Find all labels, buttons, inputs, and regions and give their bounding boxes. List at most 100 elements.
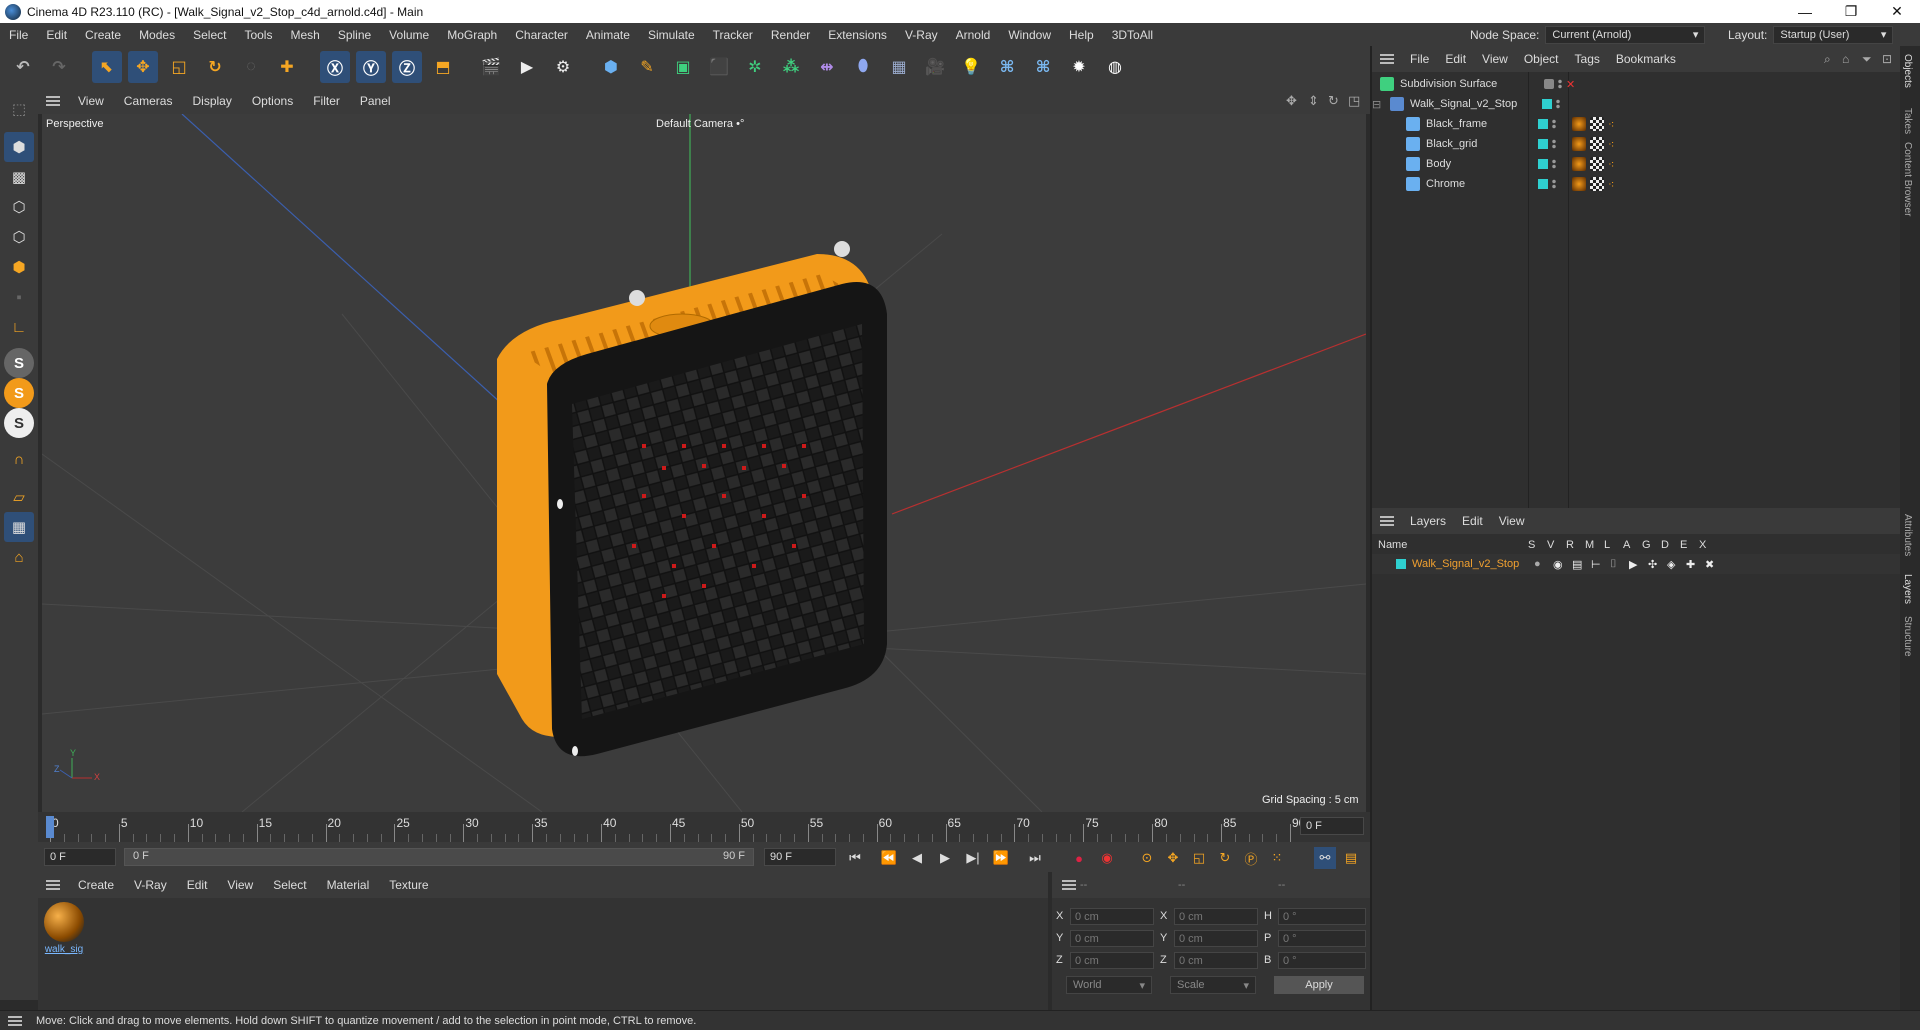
apply-button[interactable]: Apply xyxy=(1274,976,1364,994)
lock-icon[interactable]: ⌷ xyxy=(1610,558,1629,571)
side-tab-structure[interactable]: Structure xyxy=(1902,616,1913,657)
pla-key-icon[interactable]: ⁙ xyxy=(1266,847,1288,869)
rotate-tool-icon[interactable]: ↻ xyxy=(200,51,230,83)
make-editable-icon[interactable]: ⬚ xyxy=(4,94,34,124)
scale-tool-icon[interactable]: ◱ xyxy=(164,51,194,83)
timeline-ruler[interactable]: 0 5 10 15 20 25 30 35 40 45 50 55 60 65 70 75 80 85 90 0 F xyxy=(38,812,1370,842)
snap-icon[interactable]: S xyxy=(4,348,34,378)
z-axis-lock-icon[interactable]: Ⓩ xyxy=(392,51,422,83)
rotation-key-icon[interactable]: ↻ xyxy=(1214,847,1236,869)
material-swatch[interactable]: walk_sig xyxy=(44,902,84,958)
generators-icon[interactable]: ✣ xyxy=(1648,558,1667,571)
render-clapper-icon[interactable]: ▤ xyxy=(1572,558,1591,571)
material-tag-icon[interactable] xyxy=(1572,177,1586,191)
restore-button[interactable]: ❐ xyxy=(1828,0,1874,23)
light-icon[interactable]: 💡 xyxy=(956,51,986,83)
play-icon[interactable]: ▶ xyxy=(934,847,956,869)
animation-play-icon[interactable]: ▶ xyxy=(1629,558,1648,571)
layers-menu-view[interactable]: View xyxy=(1491,514,1533,528)
uvw-tag-icon[interactable] xyxy=(1590,157,1604,171)
layout-dropdown[interactable]: Startup (User) ▾ xyxy=(1773,25,1894,44)
visibility-dots-icon[interactable] xyxy=(1552,159,1556,169)
render-view-icon[interactable]: 🎬 xyxy=(476,51,506,83)
material-menu-select[interactable]: Select xyxy=(263,878,316,892)
soft-selection-icon[interactable]: S xyxy=(4,378,34,408)
viewport-zoom-icon[interactable]: ⇕ xyxy=(1308,93,1319,109)
xref-icon[interactable]: ✖ xyxy=(1705,558,1724,571)
globe-icon[interactable]: ◍ xyxy=(1100,51,1130,83)
menu-select[interactable]: Select xyxy=(184,28,235,42)
minimize-button[interactable]: — xyxy=(1782,0,1828,23)
objects-menu-tags[interactable]: Tags xyxy=(1567,52,1608,66)
visibility-dots-icon[interactable] xyxy=(1552,119,1556,129)
new-window-icon[interactable]: ⊡ xyxy=(1882,52,1892,66)
side-tab-layers[interactable]: Layers xyxy=(1902,574,1913,604)
layer-row[interactable]: Walk_Signal_v2_Stop ● ◉ ▤ ⊢ ⌷ ▶ ✣ ◈ ✚ ✖ xyxy=(1372,554,1902,574)
viewport-menu-cameras[interactable]: Cameras xyxy=(114,94,183,108)
coord-mode-dropdown[interactable]: Scale ▾ xyxy=(1170,976,1256,994)
layers-menu-edit[interactable]: Edit xyxy=(1454,514,1491,528)
filter-icon[interactable]: ⏷ xyxy=(1862,52,1872,67)
go-to-start-icon[interactable]: ⏮ xyxy=(844,847,866,869)
menu-help[interactable]: Help xyxy=(1060,28,1103,42)
expressions-icon[interactable]: ✚ xyxy=(1686,558,1705,571)
disabled-x-icon[interactable]: ✕ xyxy=(1566,78,1575,91)
move-tool-icon[interactable]: ✥ xyxy=(128,51,158,83)
layers-menu-layers[interactable]: Layers xyxy=(1402,514,1454,528)
menu-3dtoall[interactable]: 3DToAll xyxy=(1103,28,1162,42)
axis-mode-icon[interactable]: ∟ xyxy=(4,312,34,342)
grid-icon[interactable]: ▦ xyxy=(4,512,34,542)
collapse-icon[interactable]: ⊟ xyxy=(1372,98,1386,111)
menu-tools[interactable]: Tools xyxy=(235,28,281,42)
position-key-icon[interactable]: ✥ xyxy=(1162,847,1184,869)
rot-p-field[interactable]: 0 ° xyxy=(1278,930,1366,947)
menu-arnold[interactable]: Arnold xyxy=(947,28,1000,42)
edges-mode-icon[interactable]: ⬡ xyxy=(4,222,34,252)
viewport-menu-view[interactable]: View xyxy=(68,94,114,108)
menu-animate[interactable]: Animate xyxy=(577,28,639,42)
viewport-menu-options[interactable]: Options xyxy=(242,94,303,108)
next-frame-icon[interactable]: ▶| xyxy=(962,847,984,869)
side-tab-objects[interactable]: Objects xyxy=(1902,54,1913,88)
menu-tracker[interactable]: Tracker xyxy=(704,28,762,42)
object-row-body[interactable]: Body ⁖ xyxy=(1372,154,1902,174)
size-y-field[interactable]: 0 cm xyxy=(1174,930,1258,947)
objects-menu-object[interactable]: Object xyxy=(1516,52,1567,66)
x-axis-lock-icon[interactable]: Ⓧ xyxy=(320,51,350,83)
end-frame-field[interactable]: 90 F xyxy=(764,848,836,866)
deformers-icon[interactable]: ◈ xyxy=(1667,558,1686,571)
viewport-menu-display[interactable]: Display xyxy=(182,94,241,108)
layer-color-swatch[interactable] xyxy=(1542,99,1552,109)
viewport-rotate-icon[interactable]: ↻ xyxy=(1328,93,1339,109)
sculpt-icon[interactable]: S xyxy=(4,408,34,438)
menu-window[interactable]: Window xyxy=(999,28,1060,42)
workplane-icon[interactable]: ▱ xyxy=(4,482,34,512)
layer-color-swatch[interactable] xyxy=(1538,139,1548,149)
motion-system-icon[interactable]: ⚯ xyxy=(1314,847,1336,869)
menu-create[interactable]: Create xyxy=(76,28,130,42)
menu-character[interactable]: Character xyxy=(506,28,577,42)
coordinate-system-icon[interactable]: ⬒ xyxy=(428,51,458,83)
start-frame-field[interactable]: 0 F xyxy=(44,848,116,866)
uvw-tag-icon[interactable] xyxy=(1590,137,1604,151)
mograph-icon[interactable]: ⁂ xyxy=(776,51,806,83)
objects-menu-bookmarks[interactable]: Bookmarks xyxy=(1608,52,1684,66)
menu-mesh[interactable]: Mesh xyxy=(281,28,328,42)
viewport-menu-panel[interactable]: Panel xyxy=(350,94,401,108)
manager-tree-icon[interactable]: ⊢ xyxy=(1591,558,1610,571)
camera-icon[interactable]: 🎥 xyxy=(920,51,950,83)
close-button[interactable]: ✕ xyxy=(1874,0,1920,23)
menu-extensions[interactable]: Extensions xyxy=(819,28,896,42)
side-tab-takes[interactable]: Takes xyxy=(1902,108,1913,134)
material-menu-view[interactable]: View xyxy=(217,878,263,892)
object-row-subdivision-surface[interactable]: Subdivision Surface ✕ xyxy=(1372,74,1902,94)
layer-color-swatch[interactable] xyxy=(1538,159,1548,169)
previous-key-icon[interactable]: ⏪ xyxy=(878,847,900,869)
3d-viewport[interactable]: Perspective Default Camera •° Grid Spaci… xyxy=(42,114,1366,812)
phong-tag-icon[interactable]: ⁖ xyxy=(1608,158,1614,171)
material-tag-icon[interactable] xyxy=(1572,137,1586,151)
autokey-icon[interactable]: ◉ xyxy=(1096,847,1118,869)
current-frame-field[interactable]: 0 F xyxy=(1300,817,1364,835)
points-mode-icon[interactable]: ⬡ xyxy=(4,192,34,222)
layer-color-swatch[interactable] xyxy=(1396,559,1406,569)
